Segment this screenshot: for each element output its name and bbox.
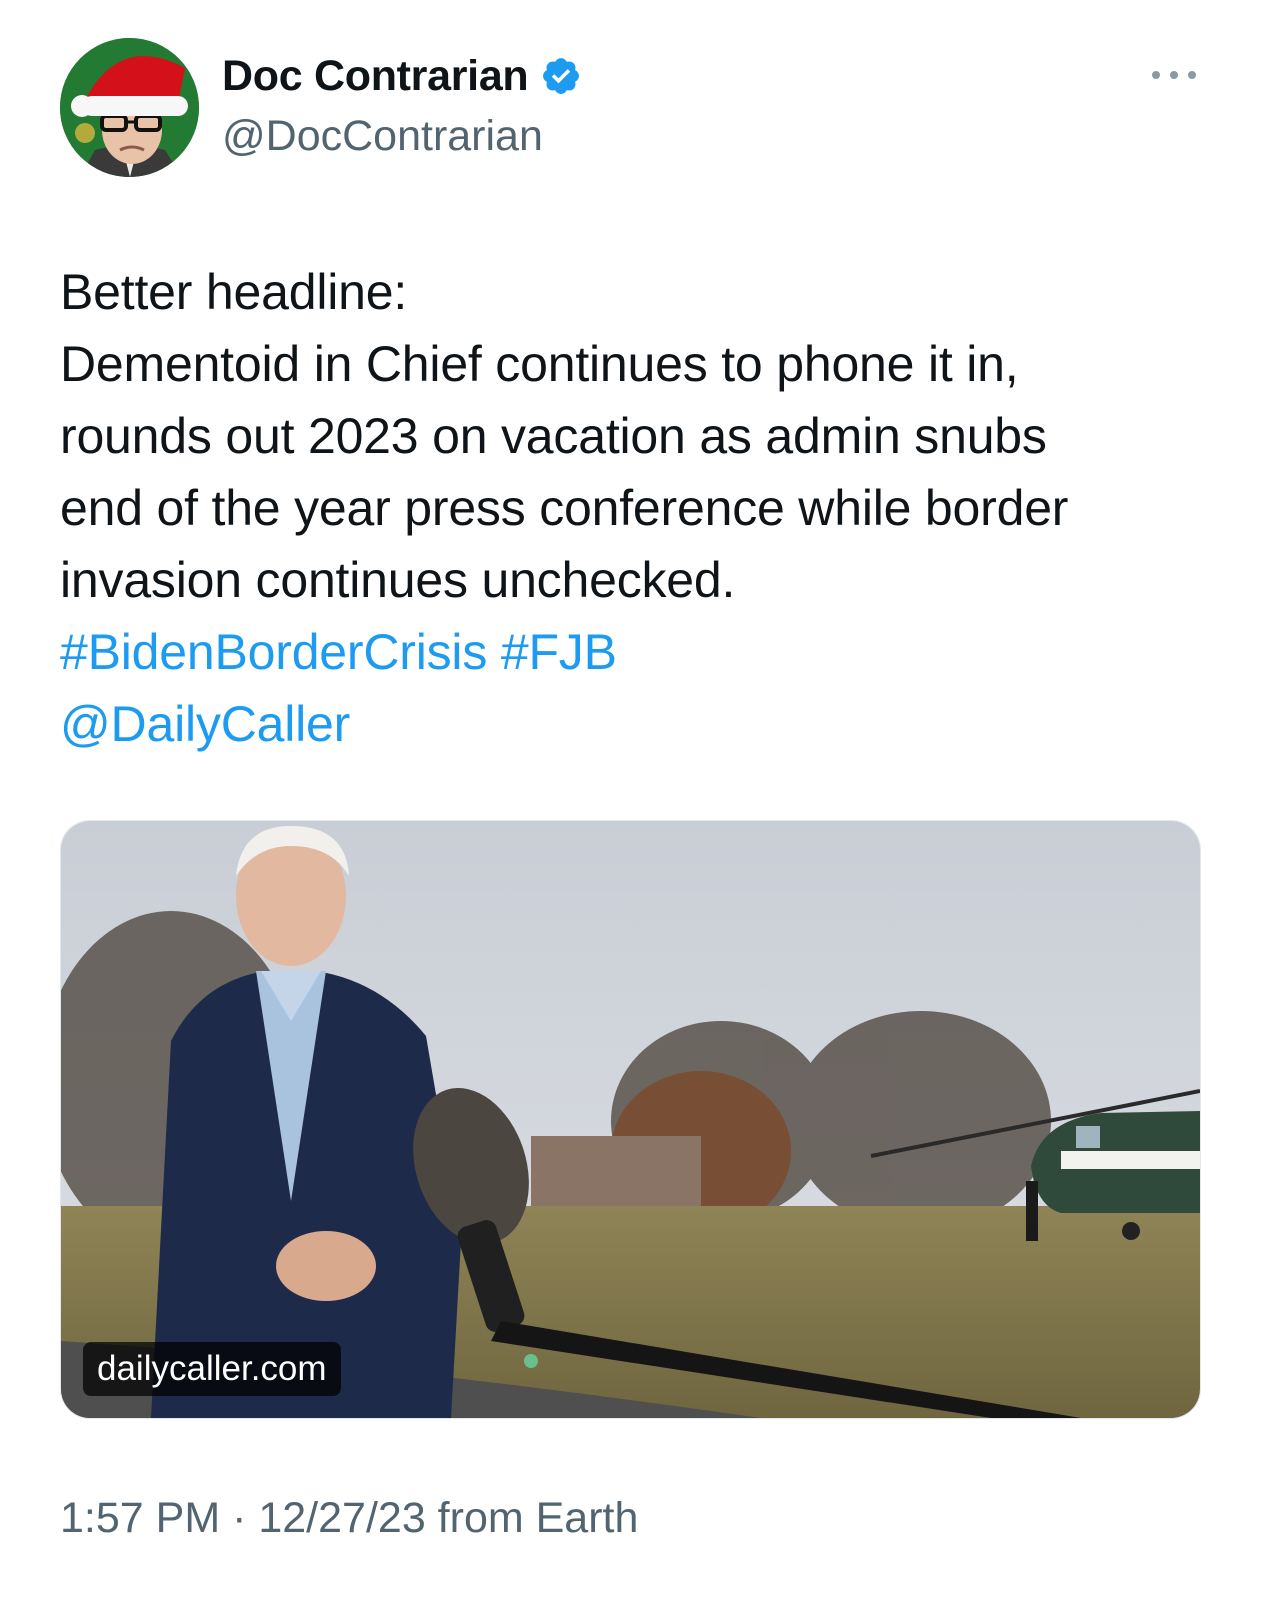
hashtag-line: #BidenBorderCrisis #FJB	[60, 616, 1230, 688]
dot	[1170, 71, 1178, 79]
hashtag-link[interactable]: #FJB	[501, 624, 617, 680]
link-domain-badge: dailycaller.com	[83, 1342, 341, 1396]
avatar-santa-hat-man-icon	[60, 38, 199, 177]
author-handle[interactable]: @DocContrarian	[222, 110, 543, 162]
tweet-line: rounds out 2023 on vacation as admin snu…	[60, 408, 1047, 464]
author-display-name[interactable]: Doc Contrarian	[222, 50, 529, 102]
author-name-row[interactable]: Doc Contrarian	[222, 50, 582, 102]
tweet-line: Dementoid in Chief continues to phone it…	[60, 336, 1019, 392]
mention-link[interactable]: @DailyCaller	[60, 696, 350, 752]
tweet-line: Better headline:	[60, 264, 408, 320]
tweet-line: invasion continues unchecked.	[60, 552, 736, 608]
tweet-text: Better headline: Dementoid in Chief cont…	[60, 256, 1230, 760]
news-photo	[61, 821, 1200, 1418]
dot	[1188, 71, 1196, 79]
verified-badge-icon	[543, 58, 580, 94]
more-dots-icon[interactable]	[1152, 60, 1196, 90]
mention-line: @DailyCaller	[60, 688, 1230, 760]
author-avatar[interactable]	[60, 38, 199, 177]
link-preview-card[interactable]: dailycaller.com	[60, 820, 1201, 1419]
tweet-line: end of the year press conference while b…	[60, 480, 1069, 536]
tweet-timestamp[interactable]: 1:57 PM · 12/27/23 from Earth	[60, 1490, 638, 1546]
hashtag-link[interactable]: #BidenBorderCrisis	[60, 624, 487, 680]
dot	[1152, 71, 1160, 79]
